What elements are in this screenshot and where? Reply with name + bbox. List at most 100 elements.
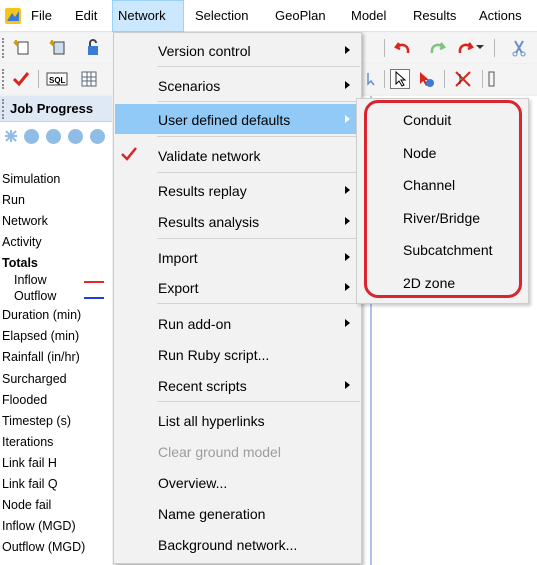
menu-item-results-replay[interactable]: Results replay <box>115 175 361 205</box>
menu-item-label: Scenarios <box>158 78 221 94</box>
play-icon[interactable] <box>24 129 39 144</box>
commit-icon[interactable] <box>84 39 102 57</box>
menu-item-label: Export <box>158 280 199 296</box>
svg-text:SQL: SQL <box>49 76 66 85</box>
toolbar-separator <box>482 70 483 88</box>
redo-dropdown-icon[interactable] <box>456 39 474 57</box>
sql-icon[interactable]: SQL <box>46 70 68 88</box>
redo-icon[interactable] <box>428 39 446 57</box>
new-network-icon[interactable] <box>12 39 30 57</box>
submenu-arrow-icon <box>345 46 350 54</box>
cut-icon[interactable] <box>510 39 528 57</box>
job-label-inflow-mgd: Inflow (MGD) <box>2 519 76 533</box>
toolbar-separator <box>444 70 445 88</box>
job-label-run: Run <box>2 193 25 207</box>
app-logo-icon <box>5 8 21 24</box>
toolbar-separator <box>494 39 495 57</box>
job-label-surcharged: Surcharged <box>2 372 67 386</box>
menu-separator <box>157 238 360 239</box>
select-pointer-icon[interactable] <box>390 69 410 89</box>
toolbar-grip[interactable] <box>2 38 5 58</box>
stop-job-icon[interactable] <box>4 129 18 143</box>
job-label-elapsed: Elapsed (min) <box>2 329 80 343</box>
menu-model[interactable]: Model <box>346 0 391 32</box>
menu-separator <box>157 172 360 173</box>
open-network-icon[interactable] <box>48 39 66 57</box>
validate-icon[interactable] <box>12 70 30 88</box>
menu-selection[interactable]: Selection <box>190 0 253 32</box>
menu-item-label: Name generation <box>158 506 266 522</box>
step-icon[interactable] <box>68 129 83 144</box>
chevron-down-icon[interactable] <box>476 43 484 51</box>
toolbar-separator <box>384 70 385 88</box>
menu-item-user-defined-defaults[interactable]: User defined defaults <box>115 104 361 134</box>
job-label-rainfall: Rainfall (in/hr) <box>2 350 80 364</box>
job-label-totals: Totals <box>2 256 38 270</box>
pause-icon[interactable] <box>46 129 61 144</box>
job-label-timestep: Timestep (s) <box>2 414 71 428</box>
menu-item-background-network[interactable]: Background network... <box>115 529 361 559</box>
select-area-icon[interactable] <box>416 69 436 89</box>
toolbar-separator <box>384 39 385 57</box>
job-label-link-fail-h: Link fail H <box>2 456 57 470</box>
job-progress-panel: Job Progress Simulation Run Network Acti… <box>0 96 112 565</box>
menu-item-list-hyperlinks[interactable]: List all hyperlinks <box>115 405 361 435</box>
toolbar-grip[interactable] <box>2 69 5 89</box>
menu-edit[interactable]: Edit <box>70 0 102 32</box>
menu-geoplan[interactable]: GeoPlan <box>270 0 331 32</box>
menu-actions[interactable]: Actions <box>474 0 527 32</box>
menu-results[interactable]: Results <box>408 0 461 32</box>
menu-item-validate-network[interactable]: Validate network <box>115 140 361 170</box>
menu-bar: File Edit Network Selection GeoPlan Mode… <box>0 0 537 32</box>
menu-item-recent-scripts[interactable]: Recent scripts <box>115 370 361 400</box>
job-label-outflow-legend: Outflow <box>14 289 57 303</box>
menu-item-scenarios[interactable]: Scenarios <box>115 70 361 100</box>
job-progress-title: Job Progress <box>10 101 94 116</box>
outflow-legend-line <box>84 297 104 299</box>
menu-item-label: Results analysis <box>158 214 260 230</box>
menu-item-label: Version control <box>158 43 251 59</box>
job-label-inflow-legend: Inflow <box>14 273 47 287</box>
checkmark-icon <box>121 147 137 161</box>
menu-item-import[interactable]: Import <box>115 242 361 272</box>
deselect-icon[interactable] <box>454 70 472 88</box>
menu-item-results-analysis[interactable]: Results analysis <box>115 206 361 236</box>
job-label-outflow-mgd: Outflow (MGD) <box>2 540 86 554</box>
panel-grip[interactable] <box>2 99 5 119</box>
menu-item-clear-ground-model: Clear ground model <box>115 436 361 466</box>
menu-item-name-generation[interactable]: Name generation <box>115 498 361 528</box>
job-label-simulation: Simulation <box>2 172 61 186</box>
menu-item-label: Import <box>158 250 198 266</box>
menu-separator <box>157 66 360 67</box>
submenu-arrow-icon <box>345 186 350 194</box>
menu-file[interactable]: File <box>26 0 57 32</box>
job-label-duration: Duration (min) <box>2 308 82 322</box>
menu-item-label: Background network... <box>158 537 298 553</box>
fast-forward-icon[interactable] <box>90 129 105 144</box>
menu-item-run-add-on[interactable]: Run add-on <box>115 308 361 338</box>
menu-network[interactable]: Network <box>112 0 184 32</box>
toolbar-more-icon[interactable] <box>488 70 496 88</box>
menu-item-label: List all hyperlinks <box>158 413 265 429</box>
menu-item-export[interactable]: Export <box>115 272 361 302</box>
job-label-node-fail: Node fail <box>2 498 52 512</box>
network-menu-dropdown: Version control Scenarios User defined d… <box>113 32 362 564</box>
grid-view-icon[interactable] <box>80 70 98 88</box>
submenu-arrow-icon <box>345 319 350 327</box>
submenu-arrow-icon <box>345 283 350 291</box>
menu-item-run-ruby-script[interactable]: Run Ruby script... <box>115 339 361 369</box>
menu-item-label: Run add-on <box>158 316 232 332</box>
menu-separator <box>157 401 360 402</box>
undo-icon[interactable] <box>394 39 412 57</box>
pointer-arrow-icon[interactable] <box>366 72 378 86</box>
highlight-callout <box>364 100 522 298</box>
menu-item-label: Overview... <box>158 475 228 491</box>
menu-item-label: Recent scripts <box>158 378 247 394</box>
menu-item-overview[interactable]: Overview... <box>115 467 361 497</box>
submenu-arrow-icon <box>345 81 350 89</box>
menu-item-label: User defined defaults <box>158 112 291 128</box>
menu-separator <box>157 136 360 137</box>
menu-item-version-control[interactable]: Version control <box>115 35 361 65</box>
job-label-iterations: Iterations <box>2 435 54 449</box>
menu-item-label: Clear ground model <box>158 444 281 460</box>
